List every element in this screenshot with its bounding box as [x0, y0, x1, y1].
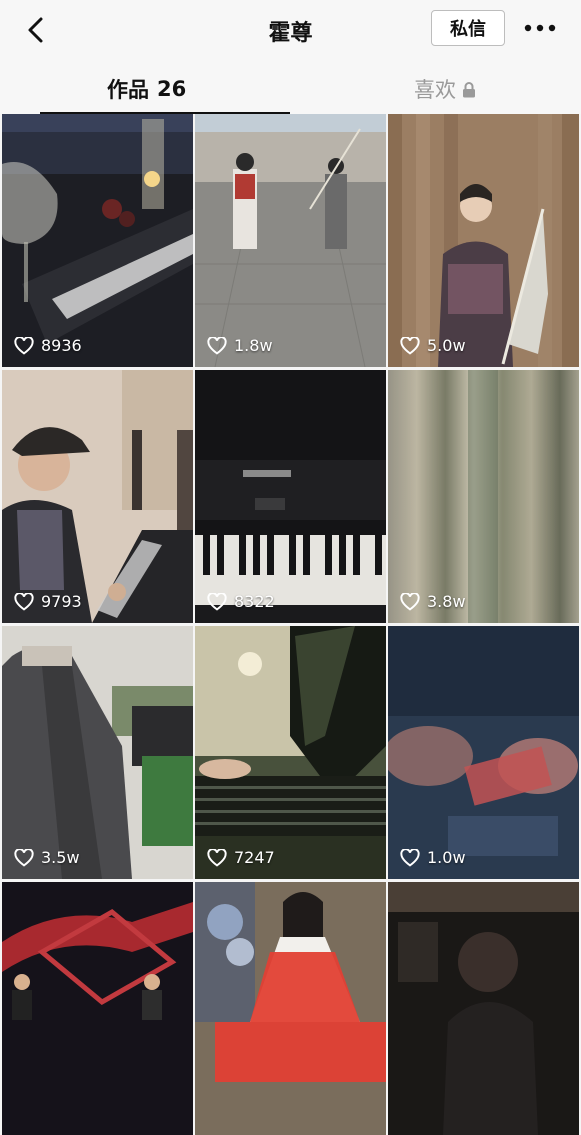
like-count: 1.0w	[400, 848, 466, 867]
video-thumbnail[interactable]	[195, 882, 386, 1135]
like-count: 9793	[14, 592, 82, 611]
video-thumbnail[interactable]: 1.8w	[195, 114, 386, 367]
video-thumbnail[interactable]: 5.0w	[388, 114, 579, 367]
like-count-value: 1.8w	[234, 336, 273, 355]
like-count: 8322	[207, 592, 275, 611]
thumbnail-image	[195, 626, 386, 879]
tab-works-label: 作品	[107, 78, 149, 102]
like-count-value: 3.8w	[427, 592, 466, 611]
video-grid: 8936 1.8w 5.0w 9793 8322 3.8w 3.5w 7247 …	[2, 114, 580, 1135]
like-count-value: 5.0w	[427, 336, 466, 355]
heart-outline-icon	[14, 592, 34, 611]
thumbnail-image	[2, 114, 193, 367]
heart-outline-icon	[400, 592, 420, 611]
thumbnail-image	[388, 882, 579, 1135]
video-thumbnail[interactable]: 7247	[195, 626, 386, 879]
thumbnail-image	[195, 370, 386, 623]
like-count-value: 3.5w	[41, 848, 80, 867]
video-thumbnail[interactable]: 8936	[2, 114, 193, 367]
heart-outline-icon	[207, 848, 227, 867]
more-button[interactable]	[520, 16, 560, 40]
tab-likes[interactable]: 喜欢	[414, 74, 476, 104]
heart-outline-icon	[14, 336, 34, 355]
video-thumbnail[interactable]	[2, 882, 193, 1135]
video-thumbnail[interactable]: 8322	[195, 370, 386, 623]
thumbnail-image	[195, 114, 386, 367]
heart-outline-icon	[14, 848, 34, 867]
video-thumbnail[interactable]: 3.8w	[388, 370, 579, 623]
thumbnail-image	[2, 882, 193, 1135]
like-count: 7247	[207, 848, 275, 867]
thumbnail-image	[388, 370, 579, 623]
video-thumbnail[interactable]	[388, 882, 579, 1135]
like-count-value: 7247	[234, 848, 275, 867]
video-thumbnail[interactable]: 1.0w	[388, 626, 579, 879]
top-bar: 霍尊 私信	[0, 0, 581, 62]
like-count: 3.8w	[400, 592, 466, 611]
like-count: 3.5w	[14, 848, 80, 867]
heart-outline-icon	[207, 336, 227, 355]
tab-works[interactable]: 作品 26	[107, 74, 186, 104]
more-dots-icon	[524, 24, 556, 32]
thumbnail-image	[388, 626, 579, 879]
heart-outline-icon	[400, 848, 420, 867]
private-message-button[interactable]: 私信	[431, 10, 505, 46]
like-count: 8936	[14, 336, 82, 355]
like-count-value: 9793	[41, 592, 82, 611]
like-count-value: 1.0w	[427, 848, 466, 867]
thumbnail-image	[195, 882, 386, 1135]
like-count-value: 8936	[41, 336, 82, 355]
thumbnail-image	[2, 370, 193, 623]
tab-works-count: 26	[157, 77, 187, 101]
tab-bar: 作品 26 喜欢	[0, 62, 581, 114]
like-count: 5.0w	[400, 336, 466, 355]
thumbnail-image	[388, 114, 579, 367]
heart-outline-icon	[400, 336, 420, 355]
tab-likes-label: 喜欢	[414, 78, 456, 102]
heart-outline-icon	[207, 592, 227, 611]
video-thumbnail[interactable]: 9793	[2, 370, 193, 623]
video-thumbnail[interactable]: 3.5w	[2, 626, 193, 879]
thumbnail-image	[2, 626, 193, 879]
like-count-value: 8322	[234, 592, 275, 611]
like-count: 1.8w	[207, 336, 273, 355]
lock-icon	[463, 81, 475, 97]
